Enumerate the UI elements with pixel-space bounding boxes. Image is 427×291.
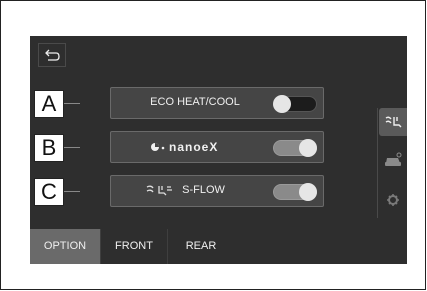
callout-b: B [34,134,64,162]
callout-c: C [34,178,64,206]
settings-button[interactable] [379,186,407,214]
callout-c-line [64,191,80,192]
callout-a-line [64,103,80,104]
gear-icon [387,194,399,206]
callout-a: A [34,90,64,118]
eco-heat-cool-toggle[interactable] [273,95,317,113]
back-arrow-icon [45,49,60,61]
tab-front[interactable]: FRONT [100,229,167,264]
eco-heat-cool-row[interactable]: ECO HEAT/COOL [110,87,324,119]
tab-rear[interactable]: REAR [167,229,234,264]
s-flow-label: S-FLOW [182,184,225,196]
svg-text:nanoeX: nanoeX [169,140,218,154]
seat-airflow-icon [146,185,173,196]
s-flow-row[interactable]: S-FLOW [110,175,324,207]
callout-b-line [64,147,80,148]
back-button[interactable] [38,43,66,67]
eco-heat-cool-label: ECO HEAT/COOL [150,96,240,108]
climate-screen: ECO HEAT/COOL nanoeX S-FLOW OPTION FRONT… [30,36,407,264]
s-flow-toggle[interactable] [273,183,317,201]
nanoe-logo: nanoeX [151,140,218,154]
nanoe-toggle[interactable] [273,139,317,157]
car-climate-button[interactable] [379,146,407,174]
s-flow-label-group: S-FLOW [125,184,245,196]
tab-option[interactable]: OPTION [30,229,100,264]
nanoe-label: nanoeX [135,139,255,158]
seat-airflow-icon [385,116,402,128]
car-climate-icon [385,152,402,166]
seat-airflow-button[interactable] [379,108,407,136]
tab-bar: OPTION FRONT REAR [30,229,234,264]
nanoe-row[interactable]: nanoeX [110,131,324,163]
